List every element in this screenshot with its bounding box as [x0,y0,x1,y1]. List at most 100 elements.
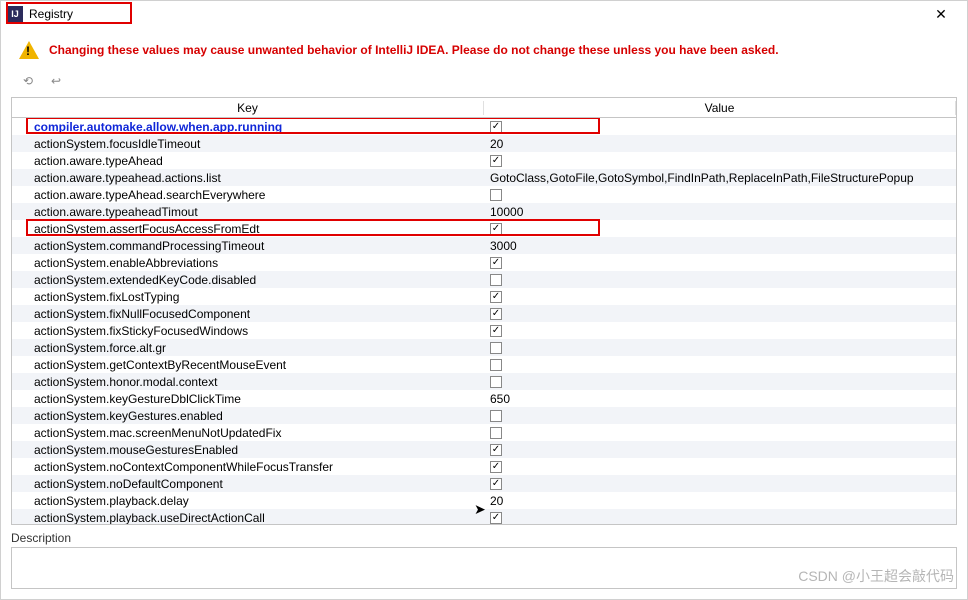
table-row[interactable]: actionSystem.fixLostTyping ✓ [12,288,956,305]
table-row[interactable]: actionSystem.commandProcessingTimeout300… [12,237,956,254]
registry-value[interactable]: 3000 [484,239,956,253]
registry-value[interactable] [484,427,956,439]
table-body: compiler.automake.allow.when.app.running… [12,118,956,524]
registry-value[interactable]: ✓ [484,461,956,473]
registry-key: actionSystem.keyGestureDblClickTime [12,392,484,406]
table-row[interactable]: actionSystem.noDefaultComponent ✓ [12,475,956,492]
warning-bar: Changing these values may cause unwanted… [1,27,967,69]
checkbox[interactable]: ✓ [490,478,502,490]
registry-dialog: IJ Registry ✕ Changing these values may … [0,0,968,600]
table-row[interactable]: actionSystem.honor.modal.context [12,373,956,390]
registry-value[interactable] [484,342,956,354]
table-row[interactable]: actionSystem.focusIdleTimeout20 [12,135,956,152]
reset-button[interactable]: ⟲ [19,72,37,90]
table-row[interactable]: actionSystem.keyGestureDblClickTime650 [12,390,956,407]
checkbox[interactable]: ✓ [490,512,502,524]
registry-value[interactable]: ✓ [484,478,956,490]
checkbox[interactable] [490,189,502,201]
table-row[interactable]: action.aware.typeAhead.searchEverywhere [12,186,956,203]
table-row[interactable]: actionSystem.noContextComponentWhileFocu… [12,458,956,475]
registry-value[interactable]: ✓ [484,121,956,133]
table-row[interactable]: action.aware.typeahead.actions.listGotoC… [12,169,956,186]
registry-key: actionSystem.commandProcessingTimeout [12,239,484,253]
table-row[interactable]: actionSystem.enableAbbreviations✓ [12,254,956,271]
table-row[interactable]: actionSystem.force.alt.gr [12,339,956,356]
registry-value[interactable]: ✓ [484,257,956,269]
checkbox[interactable]: ✓ [490,155,502,167]
table-row[interactable]: compiler.automake.allow.when.app.running… [12,118,956,135]
checkbox[interactable] [490,427,502,439]
warning-icon [19,41,39,59]
table-header: Key Value [12,98,956,118]
registry-value[interactable] [484,376,956,388]
description-box [11,547,957,589]
registry-key: actionSystem.getContextByRecentMouseEven… [12,358,484,372]
registry-value[interactable]: 20 [484,494,956,508]
registry-value[interactable]: 10000 [484,205,956,219]
table-row[interactable]: actionSystem.playback.delay20 [12,492,956,509]
column-header-key[interactable]: Key [12,101,484,115]
checkbox[interactable]: ✓ [490,121,502,133]
registry-key: actionSystem.extendedKeyCode.disabled [12,273,484,287]
registry-value[interactable]: ✓ [484,223,956,235]
checkbox[interactable]: ✓ [490,325,502,337]
checkbox[interactable]: ✓ [490,444,502,456]
registry-key: actionSystem.mac.screenMenuNotUpdatedFix [12,426,484,440]
registry-key: actionSystem.mouseGesturesEnabled [12,443,484,457]
registry-table: Key Value compiler.automake.allow.when.a… [11,97,957,525]
registry-key: actionSystem.assertFocusAccessFromEdt [12,222,484,236]
registry-key: actionSystem.noContextComponentWhileFocu… [12,460,484,474]
window-title: Registry [29,7,73,21]
registry-value[interactable]: ✓ [484,512,956,524]
registry-value[interactable] [484,274,956,286]
checkbox[interactable]: ✓ [490,461,502,473]
registry-value[interactable]: ✓ [484,444,956,456]
registry-key: actionSystem.keyGestures.enabled [12,409,484,423]
checkbox[interactable] [490,410,502,422]
table-row[interactable]: actionSystem.extendedKeyCode.disabled [12,271,956,288]
registry-value[interactable]: 650 [484,392,956,406]
checkbox[interactable]: ✓ [490,308,502,320]
registry-key: actionSystem.playback.delay [12,494,484,508]
registry-value[interactable] [484,410,956,422]
checkbox[interactable] [490,376,502,388]
table-row[interactable]: actionSystem.getContextByRecentMouseEven… [12,356,956,373]
table-row[interactable]: action.aware.typeaheadTimout10000 [12,203,956,220]
checkbox[interactable] [490,342,502,354]
checkbox[interactable] [490,359,502,371]
registry-key: actionSystem.noDefaultComponent [12,477,484,491]
registry-key: action.aware.typeAhead [12,154,484,168]
table-row[interactable]: actionSystem.mouseGesturesEnabled ✓ [12,441,956,458]
checkbox[interactable] [490,274,502,286]
registry-value[interactable]: ✓ [484,155,956,167]
registry-value[interactable]: ✓ [484,308,956,320]
checkbox[interactable]: ✓ [490,257,502,269]
table-row[interactable]: actionSystem.assertFocusAccessFromEdt ✓ [12,220,956,237]
table-row[interactable]: actionSystem.fixNullFocusedComponent✓ [12,305,956,322]
registry-value[interactable]: ✓ [484,325,956,337]
table-row[interactable]: actionSystem.fixStickyFocusedWindows ✓ [12,322,956,339]
titlebar: IJ Registry ✕ [1,1,967,27]
table-row[interactable]: actionSystem.mac.screenMenuNotUpdatedFix [12,424,956,441]
registry-key: actionSystem.fixLostTyping [12,290,484,304]
undo-button[interactable]: ↩ [47,72,65,90]
registry-key: actionSystem.fixStickyFocusedWindows [12,324,484,338]
registry-key: action.aware.typeAhead.searchEverywhere [12,188,484,202]
table-row[interactable]: action.aware.typeAhead ✓ [12,152,956,169]
checkbox[interactable]: ✓ [490,223,502,235]
registry-key: action.aware.typeaheadTimout [12,205,484,219]
registry-value[interactable]: 20 [484,137,956,151]
column-header-value[interactable]: Value [484,101,956,115]
toolbar: ⟲ ↩ [1,69,967,93]
registry-key: compiler.automake.allow.when.app.running [12,120,484,134]
description-label: Description [11,531,957,545]
registry-value[interactable] [484,189,956,201]
warning-text: Changing these values may cause unwanted… [49,43,779,57]
table-row[interactable]: actionSystem.keyGestures.enabled [12,407,956,424]
close-button[interactable]: ✕ [921,2,961,26]
registry-value[interactable]: ✓ [484,291,956,303]
table-row[interactable]: actionSystem.playback.useDirectActionCal… [12,509,956,524]
registry-value[interactable]: GotoClass,GotoFile,GotoSymbol,FindInPath… [484,171,956,185]
checkbox[interactable]: ✓ [490,291,502,303]
registry-value[interactable] [484,359,956,371]
